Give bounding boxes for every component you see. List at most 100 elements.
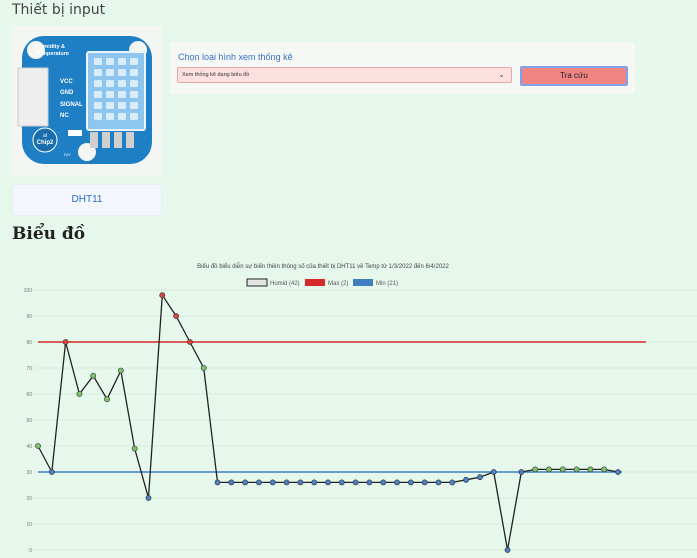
humid-data-point[interactable] (380, 479, 387, 486)
humid-data-point[interactable] (546, 466, 552, 473)
humid-data-point[interactable] (214, 479, 221, 486)
pin-label-nc: NC (60, 113, 69, 119)
sensor-vent (130, 80, 138, 87)
sensor-vent (130, 58, 138, 65)
humid-data-point[interactable] (407, 479, 414, 486)
pin-connector (17, 67, 49, 127)
humid-data-point[interactable] (463, 476, 469, 483)
humid-data-point[interactable] (366, 479, 373, 486)
humid-data-point[interactable] (35, 443, 41, 449)
y-tick-label: 40 (26, 444, 32, 450)
humid-data-point[interactable] (518, 469, 525, 475)
humid-data-point[interactable] (131, 445, 138, 452)
sensor-vent (106, 91, 114, 98)
logo-line1: al (43, 133, 47, 139)
humid-data-point[interactable] (435, 479, 442, 486)
humid-data-point[interactable] (62, 339, 69, 345)
y-tick-label: 70 (26, 366, 32, 372)
input-section-title: Thiết bị input (12, 2, 106, 18)
humid-data-point[interactable] (283, 479, 290, 486)
y-tick-label: 30 (26, 470, 32, 476)
sensor-vent (130, 69, 138, 76)
sensor-vent (94, 58, 102, 65)
humid-data-point[interactable] (242, 479, 249, 486)
humid-data-point[interactable] (338, 479, 345, 486)
humid-data-point[interactable] (587, 466, 594, 473)
sensor-vent (106, 58, 114, 65)
chart-section-heading: Biểu đồ (12, 224, 86, 244)
pin-label-signal: SIGNAL (60, 102, 83, 108)
chart-title: Biểu đồ biểu diễn sự biến thiên thông số… (197, 263, 449, 270)
humid-data-point[interactable] (449, 479, 456, 486)
humid-data-point[interactable] (256, 479, 262, 486)
pin-label-gnd: GND (60, 90, 74, 96)
device-card[interactable]: Humidity & Temperature VCC GND SIGNAL NC… (12, 26, 162, 176)
y-tick-label: 50 (26, 418, 32, 424)
humid-data-point[interactable] (394, 479, 400, 486)
line-chart: Biểu đồ biểu diễn sự biến thiên thông số… (24, 263, 697, 554)
sensor-vent (106, 102, 114, 109)
humid-data-point[interactable] (48, 469, 55, 475)
device-caption[interactable]: DHT11 (12, 184, 162, 216)
search-button[interactable]: Tra cứu (520, 66, 628, 86)
sensor-vent (118, 91, 126, 98)
pin-label-vcc: VCC (60, 79, 73, 85)
humid-data-point[interactable] (297, 479, 304, 486)
humid-data-point[interactable] (504, 547, 511, 553)
y-tick-label: 10 (26, 522, 32, 528)
y-tick-label: 90 (26, 314, 32, 320)
legend-swatch-max (305, 279, 325, 286)
humid-series-line (37, 293, 619, 551)
sensor-vent (118, 102, 126, 109)
sensor-vent (94, 102, 102, 109)
humid-data-point[interactable] (325, 479, 331, 486)
stats-type-select-value: Xem thống kê dạng biểu đồ (182, 72, 250, 78)
dht11-sensor-image: Humidity & Temperature VCC GND SIGNAL NC… (17, 36, 152, 164)
y-tick-label: 60 (26, 392, 32, 398)
humid-data-point[interactable] (200, 365, 207, 371)
humid-data-point[interactable] (145, 495, 152, 501)
sensor-vent (130, 113, 138, 120)
legend-label-min[interactable]: Min (21) (376, 281, 398, 287)
humid-data-point[interactable] (532, 466, 539, 473)
legend-label-humid[interactable]: Humid (42) (270, 281, 300, 287)
sensor-vent (118, 69, 126, 76)
humid-data-point[interactable] (559, 466, 566, 473)
sensor-vent (130, 91, 138, 98)
humid-data-point[interactable] (159, 292, 166, 299)
sensor-vent (106, 69, 114, 76)
humid-data-point[interactable] (421, 479, 428, 486)
humid-data-point[interactable] (615, 469, 621, 475)
board-title-line2: Temperature (36, 51, 69, 57)
chevron-down-icon: ⌄ (498, 70, 505, 79)
humid-data-point[interactable] (311, 479, 318, 486)
logo-mark: DIY (64, 152, 71, 157)
humid-data-point[interactable] (173, 313, 179, 319)
humid-data-point[interactable] (228, 479, 235, 486)
y-tick-label: 0 (29, 548, 32, 554)
humid-data-point[interactable] (104, 396, 110, 403)
sensor-vent (94, 113, 102, 120)
humid-data-point[interactable] (269, 479, 276, 486)
humid-data-point[interactable] (477, 474, 483, 481)
legend-label-max[interactable]: Max (2) (328, 281, 348, 287)
stats-type-select[interactable]: Xem thống kê dạng biểu đồ ⌄ (177, 67, 512, 83)
sensor-vent (106, 80, 114, 87)
y-tick-label: 80 (26, 340, 32, 346)
humid-data-point[interactable] (187, 339, 193, 345)
y-tick-label: 20 (26, 496, 32, 502)
board-title-line1: Humidity & (36, 44, 65, 50)
humid-data-point[interactable] (601, 466, 608, 473)
sensor-vent (118, 80, 126, 87)
humid-data-point[interactable] (352, 479, 359, 486)
humid-data-point[interactable] (76, 391, 83, 397)
sensor-vent (94, 91, 102, 98)
humid-data-point[interactable] (117, 367, 124, 374)
humid-data-point[interactable] (90, 372, 97, 379)
humid-data-point[interactable] (490, 469, 497, 475)
legend-swatch-min (353, 279, 373, 286)
sensor-vent (118, 113, 126, 120)
humid-data-point[interactable] (573, 466, 580, 473)
stats-panel: Chọn loại hình xem thống kê Xem thống kê… (170, 42, 635, 94)
sensor-vent (118, 58, 126, 65)
